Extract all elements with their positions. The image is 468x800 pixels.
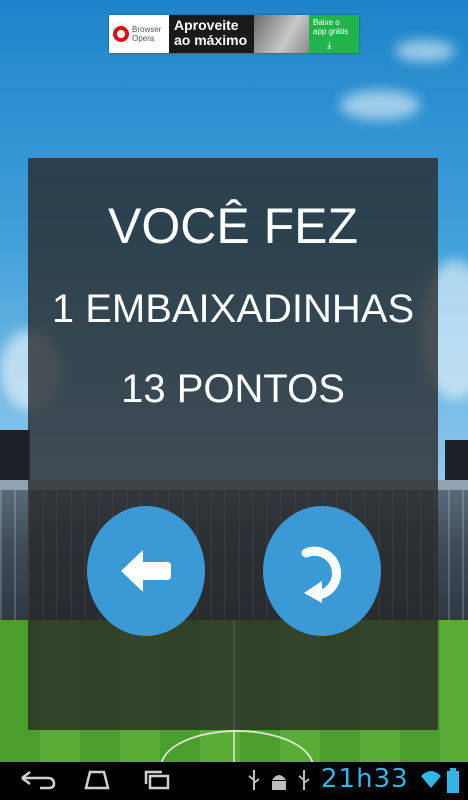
download-icon: ⤓	[327, 40, 332, 51]
home-icon[interactable]	[80, 768, 114, 792]
scoreboard	[0, 430, 30, 480]
ad-cta[interactable]: Baixe o app grátis ⤓	[309, 15, 359, 53]
system-navbar: 21h33	[0, 762, 468, 800]
android-debug-icon	[272, 775, 286, 790]
points-score: 13 PONTOS	[121, 367, 345, 411]
replay-button[interactable]	[263, 506, 381, 636]
ad-headline-line2: ao máximo	[174, 32, 248, 48]
ad-headline: Aproveite ao máximo	[169, 15, 309, 53]
ad-cta-line2: app grátis	[313, 27, 349, 36]
usb-icon	[298, 770, 310, 790]
result-title: VOCÊ FEZ	[107, 198, 359, 254]
ad-banner[interactable]: Browser Opera Aproveite ao máximo Baixe …	[109, 15, 359, 53]
opera-logo: Browser Opera	[109, 15, 169, 53]
cloud	[395, 40, 455, 62]
replay-icon	[301, 546, 342, 603]
cloud	[340, 90, 420, 120]
ad-cta-line1: Baixe o	[313, 18, 340, 27]
battery-icon	[447, 768, 459, 793]
clock: 21h33	[321, 764, 409, 794]
recent-apps-icon[interactable]	[140, 768, 174, 792]
wifi-icon	[421, 771, 441, 788]
ad-brand-line2: Opera	[132, 34, 155, 43]
ad-headline-line1: Aproveite	[174, 17, 239, 33]
kicks-count: 1 EMBAIXADINHAS	[51, 287, 415, 331]
back-button[interactable]	[87, 506, 205, 636]
back-icon[interactable]	[18, 768, 58, 792]
usb-icon	[248, 770, 260, 790]
ad-brand-line1: Browser	[132, 25, 162, 34]
arrow-left-icon	[121, 550, 171, 592]
scoreboard	[445, 440, 468, 480]
opera-o-icon	[113, 26, 129, 42]
